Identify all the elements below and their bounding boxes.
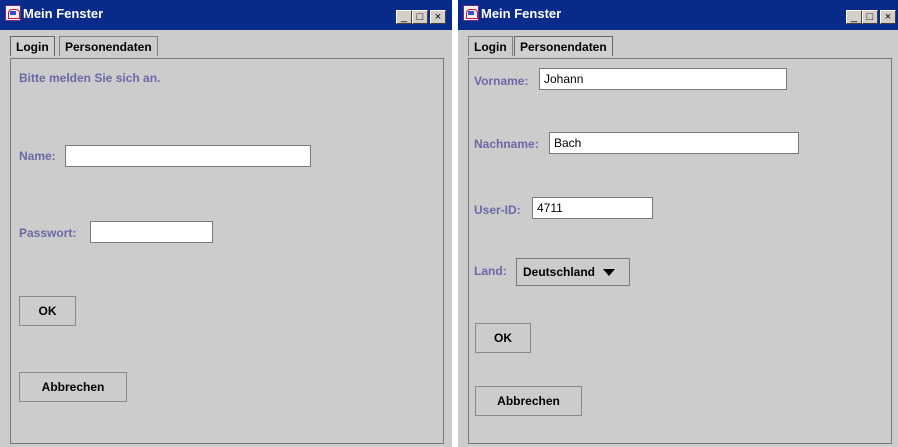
maximize-button[interactable]: □ (862, 10, 878, 24)
password-label: Passwort: (19, 226, 77, 240)
tab-login[interactable]: Login (468, 36, 513, 56)
vorname-input[interactable] (539, 68, 787, 90)
cancel-button[interactable]: Abbrechen (19, 372, 127, 402)
userid-label: User-ID: (474, 203, 521, 217)
person-panel: Vorname: Nachname: User-ID: Land: Deutsc… (468, 58, 892, 444)
java-app-icon (463, 5, 479, 21)
close-button[interactable]: × (880, 10, 896, 24)
password-input[interactable] (90, 221, 213, 243)
nachname-label: Nachname: (474, 137, 539, 151)
window-controls: _ □ × (846, 10, 896, 24)
login-panel: Bitte melden Sie sich an. Name: Passwort… (10, 58, 444, 444)
window-personendaten: Mein Fenster _ □ × Login Personendaten V… (458, 0, 898, 447)
chevron-down-icon (603, 268, 616, 276)
tab-personendaten[interactable]: Personendaten (514, 36, 613, 56)
ok-button[interactable]: OK (19, 296, 76, 326)
userid-input[interactable] (532, 197, 653, 219)
name-label: Name: (19, 149, 56, 163)
land-select[interactable]: Deutschland (516, 258, 630, 286)
java-app-icon (5, 5, 21, 21)
minimize-button[interactable]: _ (396, 10, 412, 24)
land-label: Land: (474, 264, 507, 278)
vorname-label: Vorname: (474, 74, 529, 88)
login-message: Bitte melden Sie sich an. (19, 71, 161, 85)
minimize-button[interactable]: _ (846, 10, 862, 24)
window-title: Mein Fenster (23, 6, 104, 21)
window-login: Mein Fenster _ □ × Login Personendaten B… (0, 0, 452, 447)
window-controls: _ □ × (396, 10, 446, 24)
tab-login[interactable]: Login (10, 36, 55, 56)
title-bar[interactable]: Mein Fenster _ □ × (458, 0, 898, 30)
title-bar[interactable]: Mein Fenster _ □ × (0, 0, 452, 30)
window-title: Mein Fenster (481, 6, 562, 21)
name-input[interactable] (65, 145, 311, 167)
ok-button[interactable]: OK (475, 323, 531, 353)
cancel-button[interactable]: Abbrechen (475, 386, 582, 416)
maximize-button[interactable]: □ (412, 10, 428, 24)
tab-personendaten[interactable]: Personendaten (59, 36, 158, 56)
land-select-value: Deutschland (523, 265, 596, 279)
close-button[interactable]: × (430, 10, 446, 24)
nachname-input[interactable] (549, 132, 799, 154)
